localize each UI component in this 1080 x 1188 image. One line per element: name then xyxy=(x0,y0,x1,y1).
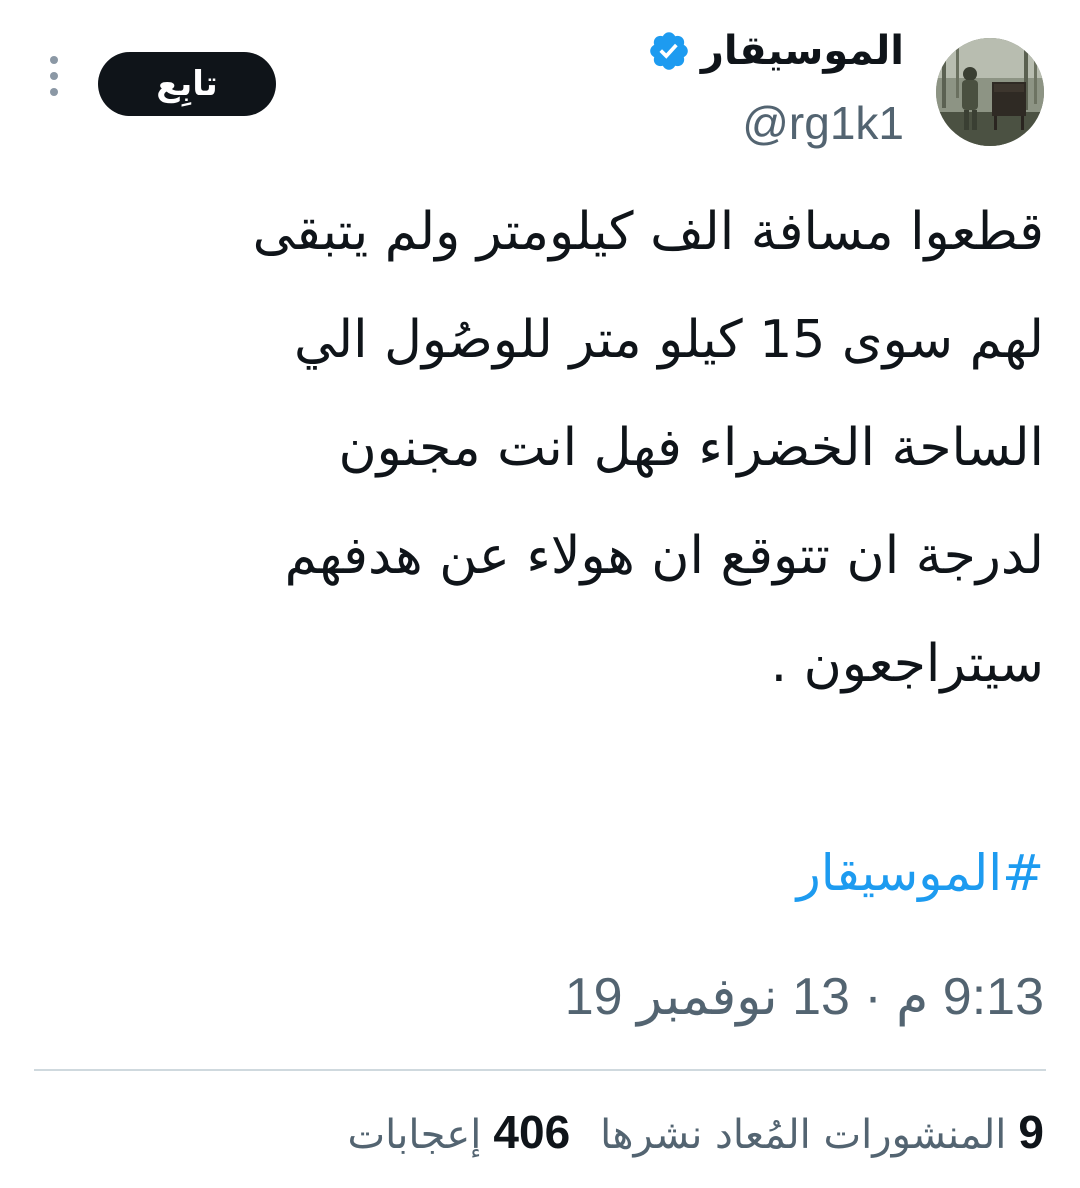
follow-button[interactable]: تابِع xyxy=(98,52,276,116)
tweet-timestamp[interactable]: 9:13 م · 13 نوفمبر 19 xyxy=(565,962,1044,1032)
divider xyxy=(34,1069,1046,1071)
more-dot xyxy=(50,88,58,96)
more-dot xyxy=(50,56,58,64)
avatar-photo xyxy=(936,38,1044,146)
likes-count: 406 xyxy=(493,1106,571,1158)
engagement-stats: 9 المنشورات المُعاد نشرها 406 إعجابات xyxy=(347,1100,1044,1167)
tweet-text: قطعوا مسافة الف كيلومتر ولم يتبقى لهم سو… xyxy=(252,202,1044,694)
verified-badge-icon xyxy=(650,32,688,70)
likes-label: إعجابات xyxy=(347,1112,482,1158)
retweets-count: 9 xyxy=(1018,1106,1044,1158)
likes-stat[interactable]: 406 إعجابات xyxy=(347,1100,570,1167)
retweets-label: المنشورات المُعاد نشرها xyxy=(600,1112,1007,1158)
author-avatar[interactable] xyxy=(936,38,1044,146)
retweets-stat[interactable]: 9 المنشورات المُعاد نشرها xyxy=(600,1100,1044,1167)
hashtag-link[interactable]: #الموسيقار xyxy=(797,838,1044,908)
author-handle[interactable]: @rg1k1 xyxy=(742,96,904,150)
more-dot xyxy=(50,72,58,80)
tweet-card: الموسيقار @rg1k1 تابِع قطعوا مسافة الف ك… xyxy=(0,0,1080,1188)
author-display-name[interactable]: الموسيقار xyxy=(701,26,904,76)
author-name-row[interactable]: الموسيقار xyxy=(647,26,904,76)
more-vertical-icon[interactable] xyxy=(44,56,64,108)
